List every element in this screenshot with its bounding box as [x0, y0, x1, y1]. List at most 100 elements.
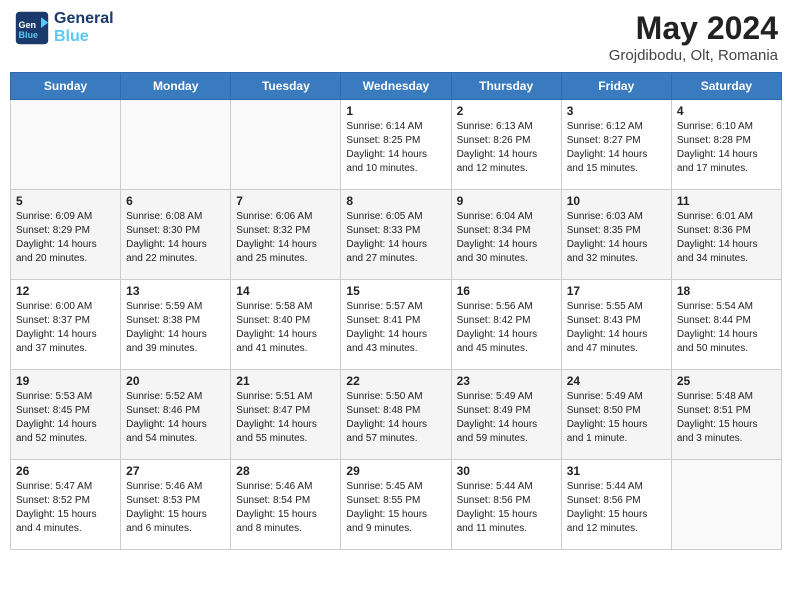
calendar-week-2: 5 Sunrise: 6:09 AM Sunset: 8:29 PM Daylig… [11, 190, 782, 280]
calendar-cell: 10 Sunrise: 6:03 AM Sunset: 8:35 PM Dayli… [561, 190, 671, 280]
calendar-cell: 26 Sunrise: 5:47 AM Sunset: 8:52 PM Dayli… [11, 460, 121, 550]
day-number: 1 [346, 104, 445, 118]
day-content: Sunrise: 5:45 AM Sunset: 8:55 PM Dayligh… [346, 480, 445, 536]
day-content: Sunrise: 5:59 AM Sunset: 8:38 PM Dayligh… [126, 300, 225, 356]
day-number: 20 [126, 374, 225, 388]
logo-line2: Blue [54, 28, 114, 46]
calendar-cell [231, 100, 341, 190]
calendar-cell: 12Sunrise: 6:00 AM Sunset: 8:37 PM Dayli… [11, 280, 121, 370]
day-content: Sunrise: 5:55 AM Sunset: 8:43 PM Dayligh… [567, 300, 666, 356]
day-header-thursday: Thursday [451, 73, 561, 100]
calendar-cell: 14Sunrise: 5:58 AM Sunset: 8:40 PM Dayli… [231, 280, 341, 370]
day-content: Sunrise: 5:51 AM Sunset: 8:47 PM Dayligh… [236, 390, 335, 446]
calendar-cell: 24Sunrise: 5:49 AM Sunset: 8:50 PM Dayli… [561, 370, 671, 460]
title-block: May 2024 Grojdibodu, Olt, Romania [609, 10, 778, 64]
day-number: 4 [677, 104, 776, 118]
day-content: Sunrise: 5:54 AM Sunset: 8:44 PM Dayligh… [677, 300, 776, 356]
day-number: 21 [236, 374, 335, 388]
page-header: Gen Blue General Blue May 2024 Grojdibod… [10, 10, 782, 64]
calendar-cell: 21 Sunrise: 5:51 AM Sunset: 8:47 PM Dayli… [231, 370, 341, 460]
day-content: Sunrise: 6:05 AM Sunset: 8:33 PM Dayligh… [346, 210, 445, 266]
day-header-sunday: Sunday [11, 73, 121, 100]
day-header-friday: Friday [561, 73, 671, 100]
calendar-cell [671, 460, 781, 550]
calendar-cell: 16Sunrise: 5:56 AM Sunset: 8:42 PM Dayli… [451, 280, 561, 370]
calendar-cell: 25 Sunrise: 5:48 AM Sunset: 8:51 PM Dayli… [671, 370, 781, 460]
day-content: Sunrise: 6:04 AM Sunset: 8:34 PM Dayligh… [457, 210, 556, 266]
day-content: Sunrise: 5:46 AM Sunset: 8:54 PM Dayligh… [236, 480, 335, 536]
day-number: 19 [16, 374, 115, 388]
day-content: Sunrise: 5:44 AM Sunset: 8:56 PM Dayligh… [567, 480, 666, 536]
day-number: 5 [16, 194, 115, 208]
day-number: 27 [126, 464, 225, 478]
day-number: 26 [16, 464, 115, 478]
calendar-table: SundayMondayTuesdayWednesdayThursdayFrid… [10, 72, 782, 550]
day-number: 2 [457, 104, 556, 118]
calendar-cell: 15 Sunrise: 5:57 AM Sunset: 8:41 PM Dayli… [341, 280, 451, 370]
calendar-cell: 17 Sunrise: 5:55 AM Sunset: 8:43 PM Dayli… [561, 280, 671, 370]
day-number: 8 [346, 194, 445, 208]
location-subtitle: Grojdibodu, Olt, Romania [609, 47, 778, 64]
day-content: Sunrise: 5:48 AM Sunset: 8:51 PM Dayligh… [677, 390, 776, 446]
day-number: 9 [457, 194, 556, 208]
day-content: Sunrise: 5:57 AM Sunset: 8:41 PM Dayligh… [346, 300, 445, 356]
day-number: 7 [236, 194, 335, 208]
day-content: Sunrise: 6:06 AM Sunset: 8:32 PM Dayligh… [236, 210, 335, 266]
day-content: Sunrise: 5:47 AM Sunset: 8:52 PM Dayligh… [16, 480, 115, 536]
day-content: Sunrise: 6:00 AM Sunset: 8:37 PM Dayligh… [16, 300, 115, 356]
calendar-week-1: 1 Sunrise: 6:14 AM Sunset: 8:25 PM Daylig… [11, 100, 782, 190]
day-number: 6 [126, 194, 225, 208]
calendar-cell: 1 Sunrise: 6:14 AM Sunset: 8:25 PM Daylig… [341, 100, 451, 190]
day-content: Sunrise: 5:56 AM Sunset: 8:42 PM Dayligh… [457, 300, 556, 356]
day-number: 18 [677, 284, 776, 298]
calendar-cell: 19 Sunrise: 5:53 AM Sunset: 8:45 PM Dayli… [11, 370, 121, 460]
calendar-cell: 2Sunrise: 6:13 AM Sunset: 8:26 PM Daylig… [451, 100, 561, 190]
logo-icon: Gen Blue [14, 10, 50, 46]
calendar-cell: 30 Sunrise: 5:44 AM Sunset: 8:56 PM Dayli… [451, 460, 561, 550]
calendar-cell: 6 Sunrise: 6:08 AM Sunset: 8:30 PM Daylig… [121, 190, 231, 280]
day-content: Sunrise: 5:50 AM Sunset: 8:48 PM Dayligh… [346, 390, 445, 446]
calendar-cell: 11 Sunrise: 6:01 AM Sunset: 8:36 PM Dayli… [671, 190, 781, 280]
day-content: Sunrise: 6:12 AM Sunset: 8:27 PM Dayligh… [567, 120, 666, 176]
svg-text:Blue: Blue [19, 30, 39, 40]
day-header-monday: Monday [121, 73, 231, 100]
day-number: 29 [346, 464, 445, 478]
day-number: 10 [567, 194, 666, 208]
calendar-cell: 3Sunrise: 6:12 AM Sunset: 8:27 PM Daylig… [561, 100, 671, 190]
month-title: May 2024 [609, 10, 778, 47]
calendar-cell: 5 Sunrise: 6:09 AM Sunset: 8:29 PM Daylig… [11, 190, 121, 280]
calendar-cell [11, 100, 121, 190]
calendar-header-row: SundayMondayTuesdayWednesdayThursdayFrid… [11, 73, 782, 100]
calendar-cell: 9 Sunrise: 6:04 AM Sunset: 8:34 PM Daylig… [451, 190, 561, 280]
day-content: Sunrise: 6:08 AM Sunset: 8:30 PM Dayligh… [126, 210, 225, 266]
day-number: 17 [567, 284, 666, 298]
day-number: 11 [677, 194, 776, 208]
day-number: 25 [677, 374, 776, 388]
day-number: 15 [346, 284, 445, 298]
calendar-cell [121, 100, 231, 190]
day-content: Sunrise: 5:58 AM Sunset: 8:40 PM Dayligh… [236, 300, 335, 356]
day-number: 31 [567, 464, 666, 478]
calendar-cell: 27Sunrise: 5:46 AM Sunset: 8:53 PM Dayli… [121, 460, 231, 550]
day-content: Sunrise: 6:14 AM Sunset: 8:25 PM Dayligh… [346, 120, 445, 176]
calendar-cell: 28Sunrise: 5:46 AM Sunset: 8:54 PM Dayli… [231, 460, 341, 550]
day-content: Sunrise: 5:53 AM Sunset: 8:45 PM Dayligh… [16, 390, 115, 446]
day-header-tuesday: Tuesday [231, 73, 341, 100]
calendar-week-4: 19 Sunrise: 5:53 AM Sunset: 8:45 PM Dayli… [11, 370, 782, 460]
calendar-cell: 20Sunrise: 5:52 AM Sunset: 8:46 PM Dayli… [121, 370, 231, 460]
svg-text:Gen: Gen [19, 20, 37, 30]
day-content: Sunrise: 6:03 AM Sunset: 8:35 PM Dayligh… [567, 210, 666, 266]
day-content: Sunrise: 6:01 AM Sunset: 8:36 PM Dayligh… [677, 210, 776, 266]
day-number: 30 [457, 464, 556, 478]
day-header-saturday: Saturday [671, 73, 781, 100]
calendar-cell: 13Sunrise: 5:59 AM Sunset: 8:38 PM Dayli… [121, 280, 231, 370]
day-content: Sunrise: 5:44 AM Sunset: 8:56 PM Dayligh… [457, 480, 556, 536]
calendar-cell: 4Sunrise: 6:10 AM Sunset: 8:28 PM Daylig… [671, 100, 781, 190]
calendar-body: 1 Sunrise: 6:14 AM Sunset: 8:25 PM Daylig… [11, 100, 782, 550]
day-number: 22 [346, 374, 445, 388]
calendar-week-5: 26 Sunrise: 5:47 AM Sunset: 8:52 PM Dayli… [11, 460, 782, 550]
day-content: Sunrise: 6:09 AM Sunset: 8:29 PM Dayligh… [16, 210, 115, 266]
logo: Gen Blue General Blue [14, 10, 114, 46]
calendar-cell: 8 Sunrise: 6:05 AM Sunset: 8:33 PM Daylig… [341, 190, 451, 280]
calendar-cell: 7 Sunrise: 6:06 AM Sunset: 8:32 PM Daylig… [231, 190, 341, 280]
